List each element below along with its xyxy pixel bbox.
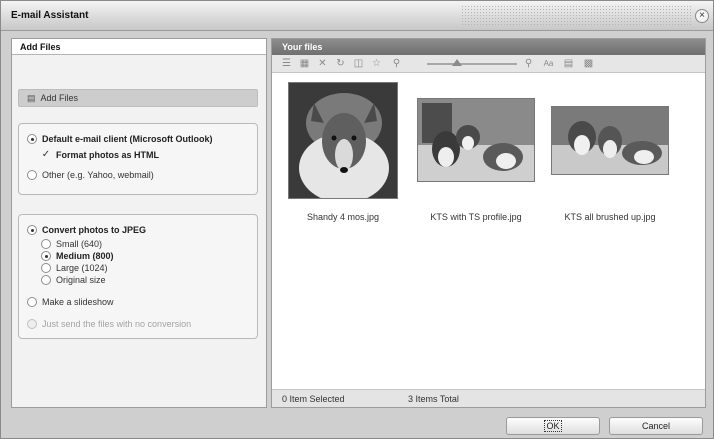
size-option-small[interactable]: Small (640): [41, 239, 102, 249]
photo-shandy: [289, 83, 397, 198]
size-option-original[interactable]: Original size: [41, 275, 106, 285]
size-small-radio[interactable]: [41, 239, 51, 249]
ok-button[interactable]: OK: [506, 417, 600, 435]
no-conversion-label: Just send the files with no conversion: [42, 319, 192, 329]
export-icon[interactable]: ◫: [352, 58, 365, 70]
convert-jpeg-radio[interactable]: [27, 225, 37, 235]
format-html-label: Format photos as HTML: [56, 150, 159, 160]
add-files-panel: Add Files ▤ Add Files Default e-mail cli…: [11, 38, 267, 408]
status-bar: 0 Item Selected 3 Items Total: [272, 389, 705, 407]
add-files-icon: ▤: [27, 93, 36, 103]
properties-icon[interactable]: ▩: [582, 58, 595, 70]
rotate-icon[interactable]: ↻: [334, 58, 347, 70]
conversion-group: Convert photos to JPEG Small (640) Mediu…: [18, 214, 258, 339]
details-icon[interactable]: ▤: [562, 58, 575, 70]
delete-icon[interactable]: ✕: [316, 58, 329, 70]
default-email-client-option[interactable]: Default e-mail client (Microsoft Outlook…: [27, 134, 213, 144]
file-name-label: KTS all brushed up.jpg: [564, 212, 656, 222]
size-small-label: Small (640): [56, 239, 103, 249]
selected-count: 0 Item Selected: [282, 394, 345, 404]
window-title: E-mail Assistant: [11, 10, 89, 21]
title-bar[interactable]: E-mail Assistant ×: [1, 1, 713, 31]
no-conversion-radio: [27, 319, 37, 329]
add-files-panel-header: Add Files: [12, 39, 266, 55]
format-html-checkbox[interactable]: ✓: [41, 150, 51, 160]
files-toolbar: ☰ ▦ ✕ ↻ ◫ ☆ ⚲ ⚲ A​a ▤ ▩: [272, 55, 705, 73]
other-email-client-label: Other (e.g. Yahoo, webmail): [42, 170, 154, 180]
file-thumbnail[interactable]: [417, 98, 535, 182]
default-email-client-radio[interactable]: [27, 134, 37, 144]
title-bar-texture: [461, 5, 691, 27]
default-email-client-label: Default e-mail client (Microsoft Outlook…: [42, 134, 213, 144]
zoom-in-icon[interactable]: ⚲: [522, 58, 535, 70]
size-large-label: Large (1024): [56, 263, 108, 273]
total-count: 3 Items Total: [408, 394, 459, 404]
zoom-slider-track[interactable]: [427, 63, 517, 65]
photo-kts-brushed: [552, 107, 668, 174]
format-html-option[interactable]: ✓ Format photos as HTML: [41, 150, 159, 161]
no-conversion-option: Just send the files with no conversion: [27, 319, 191, 329]
your-files-panel: Your files ☰ ▦ ✕ ↻ ◫ ☆ ⚲ ⚲ A​a ▤ ▩: [271, 38, 706, 408]
file-thumbnail[interactable]: [551, 106, 669, 175]
convert-jpeg-label: Convert photos to JPEG: [42, 225, 147, 235]
file-thumbnail[interactable]: [288, 82, 398, 199]
size-large-radio[interactable]: [41, 263, 51, 273]
your-files-header: Your files: [272, 39, 705, 55]
other-email-client-option[interactable]: Other (e.g. Yahoo, webmail): [27, 170, 154, 180]
file-name-label: Shandy 4 mos.jpg: [306, 212, 380, 222]
email-assistant-window: E-mail Assistant × Add Files ▤ Add Files…: [0, 0, 714, 439]
slideshow-option[interactable]: Make a slideshow: [27, 297, 114, 307]
cancel-button[interactable]: Cancel: [609, 417, 703, 435]
rename-icon[interactable]: A​a: [542, 58, 555, 70]
close-icon[interactable]: ×: [695, 9, 709, 23]
slideshow-label: Make a slideshow: [42, 297, 114, 307]
add-files-button-label: Add Files: [40, 93, 79, 103]
size-medium-label: Medium (800): [56, 251, 114, 261]
favorite-icon[interactable]: ☆: [370, 58, 383, 70]
zoom-out-icon[interactable]: ⚲: [390, 58, 403, 70]
file-name-label: KTS with TS profile.jpg: [430, 212, 522, 222]
list-icon[interactable]: ☰: [280, 58, 293, 70]
convert-jpeg-option[interactable]: Convert photos to JPEG: [27, 225, 146, 235]
thumbnail-icon[interactable]: ▦: [298, 58, 311, 70]
size-option-medium[interactable]: Medium (800): [41, 251, 114, 261]
email-client-group: Default e-mail client (Microsoft Outlook…: [18, 123, 258, 195]
size-original-label: Original size: [56, 275, 106, 285]
size-medium-radio[interactable]: [41, 251, 51, 261]
size-original-radio[interactable]: [41, 275, 51, 285]
zoom-slider-knob[interactable]: [452, 59, 462, 66]
photo-kts-profile: [418, 99, 534, 181]
slideshow-radio[interactable]: [27, 297, 37, 307]
size-option-large[interactable]: Large (1024): [41, 263, 108, 273]
add-files-button[interactable]: ▤ Add Files: [18, 89, 258, 107]
ok-button-label: OK: [544, 420, 562, 432]
cancel-button-label: Cancel: [641, 421, 670, 431]
other-email-client-radio[interactable]: [27, 170, 37, 180]
